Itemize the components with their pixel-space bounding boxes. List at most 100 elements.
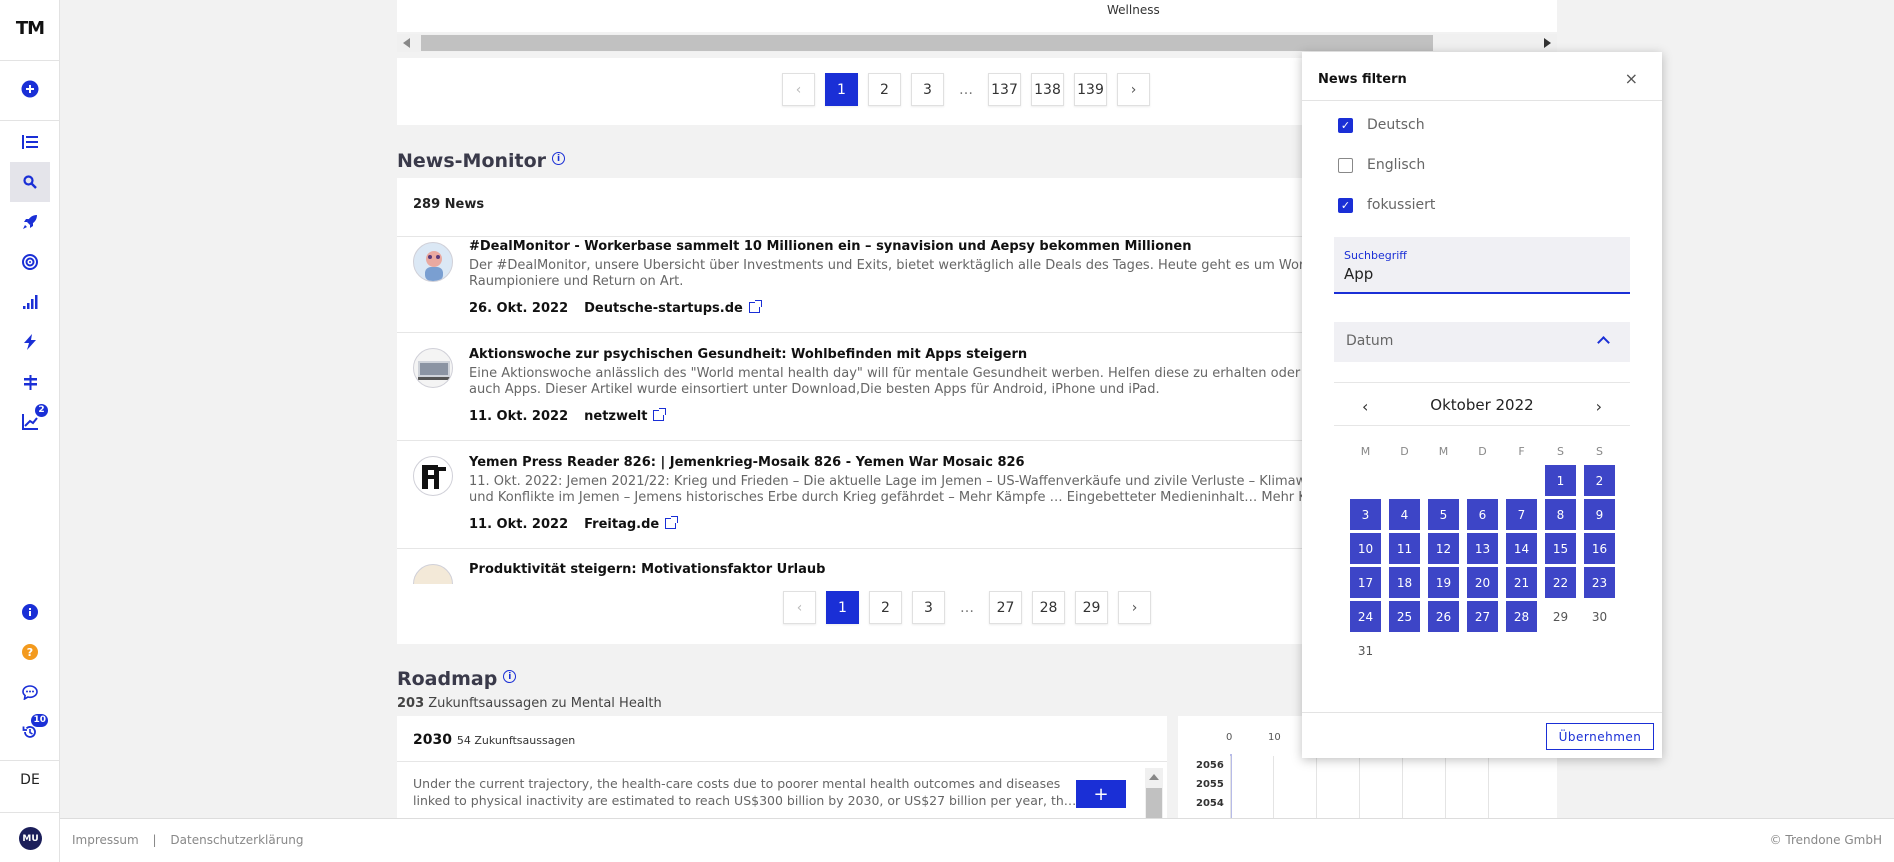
calendar-day-selected[interactable]: 27 bbox=[1467, 601, 1498, 632]
privacy-link[interactable]: Datenschutzerklärung bbox=[170, 833, 303, 847]
scroll-left-icon[interactable] bbox=[403, 38, 410, 48]
search-value[interactable]: App bbox=[1344, 265, 1373, 283]
sidebar-item-flash[interactable] bbox=[10, 322, 50, 362]
external-link-icon[interactable] bbox=[665, 516, 679, 529]
chevron-right-icon[interactable]: › bbox=[1596, 397, 1602, 416]
prev-page-button[interactable]: ‹ bbox=[782, 73, 815, 106]
page-button[interactable]: 27 bbox=[989, 591, 1022, 624]
info-icon[interactable]: i bbox=[503, 670, 517, 683]
calendar-day-selected[interactable]: 23 bbox=[1584, 567, 1615, 598]
calendar-day[interactable]: 29 bbox=[1545, 601, 1576, 632]
page-button[interactable]: 29 bbox=[1075, 591, 1108, 624]
horizontal-scrollbar[interactable] bbox=[397, 34, 1557, 52]
close-icon[interactable]: × bbox=[1625, 69, 1638, 88]
sidebar-item-list[interactable] bbox=[10, 122, 50, 162]
sidebar-item-launch[interactable] bbox=[10, 202, 50, 242]
external-link-icon[interactable] bbox=[748, 300, 762, 313]
news-source-link[interactable]: Deutsche-startups.de bbox=[584, 301, 743, 316]
chat-button[interactable] bbox=[10, 672, 50, 712]
vertical-scrollbar[interactable] bbox=[1145, 768, 1163, 818]
calendar-day-selected[interactable]: 20 bbox=[1467, 567, 1498, 598]
external-link-icon[interactable] bbox=[653, 408, 667, 421]
scroll-up-icon[interactable] bbox=[1149, 774, 1159, 780]
app-logo[interactable]: TM bbox=[0, 18, 60, 39]
page-button[interactable]: 1 bbox=[825, 73, 858, 106]
news-source-link[interactable]: netzwelt bbox=[584, 409, 647, 424]
calendar-weekday: S bbox=[1596, 445, 1603, 458]
scrollbar-thumb[interactable] bbox=[421, 35, 1433, 51]
avatar[interactable]: MU bbox=[19, 827, 42, 850]
sidebar-item-roadmap[interactable] bbox=[10, 362, 50, 402]
sidebar-item-target[interactable] bbox=[10, 242, 50, 282]
calendar-day-selected[interactable]: 12 bbox=[1428, 533, 1459, 564]
calendar-day-selected[interactable]: 15 bbox=[1545, 533, 1576, 564]
calendar-day-selected[interactable]: 26 bbox=[1428, 601, 1459, 632]
calendar-day-selected[interactable]: 25 bbox=[1389, 601, 1420, 632]
history-button[interactable]: 10 bbox=[10, 712, 50, 752]
language-switcher[interactable]: DE bbox=[0, 772, 60, 788]
calendar-day-selected[interactable]: 14 bbox=[1506, 533, 1537, 564]
help-button[interactable]: ? bbox=[10, 632, 50, 672]
checkbox-checked-icon[interactable]: ✓ bbox=[1338, 197, 1353, 213]
next-page-button[interactable]: › bbox=[1117, 73, 1150, 106]
page-button[interactable]: 137 bbox=[988, 73, 1021, 106]
checkbox-englisch[interactable]: Englisch bbox=[1338, 157, 1425, 173]
calendar-day[interactable]: 31 bbox=[1350, 635, 1381, 666]
page-button[interactable]: 2 bbox=[868, 73, 901, 106]
prev-page-button[interactable]: ‹ bbox=[783, 591, 816, 624]
calendar-day-selected[interactable]: 22 bbox=[1545, 567, 1576, 598]
next-page-button[interactable]: › bbox=[1118, 591, 1151, 624]
calendar-day-selected[interactable]: 11 bbox=[1389, 533, 1420, 564]
calendar-day-selected[interactable]: 16 bbox=[1584, 533, 1615, 564]
news-title[interactable]: Yemen Press Reader 826: | Jemenkrieg-Mos… bbox=[469, 455, 1025, 470]
page-button[interactable]: 2 bbox=[869, 591, 902, 624]
calendar-day-selected[interactable]: 4 bbox=[1389, 499, 1420, 530]
page-button[interactable]: 28 bbox=[1032, 591, 1065, 624]
date-accordion[interactable]: Datum bbox=[1334, 322, 1630, 362]
page-button[interactable]: 139 bbox=[1074, 73, 1107, 106]
calendar-day[interactable]: 30 bbox=[1584, 601, 1615, 632]
apply-button[interactable]: Übernehmen bbox=[1546, 723, 1654, 750]
calendar-day-selected[interactable]: 3 bbox=[1350, 499, 1381, 530]
checkbox-checked-icon[interactable]: ✓ bbox=[1338, 117, 1353, 133]
chevron-up-icon[interactable] bbox=[1597, 336, 1610, 349]
calendar-day-selected[interactable]: 1 bbox=[1545, 465, 1576, 496]
checkbox-fokussiert[interactable]: ✓ fokussiert bbox=[1338, 197, 1435, 213]
sidebar-item-search[interactable] bbox=[10, 162, 50, 202]
calendar-day-selected[interactable]: 9 bbox=[1584, 499, 1615, 530]
page-button[interactable]: 3 bbox=[911, 73, 944, 106]
calendar-day-selected[interactable]: 19 bbox=[1428, 567, 1459, 598]
calendar-day-selected[interactable]: 8 bbox=[1545, 499, 1576, 530]
info-button[interactable] bbox=[10, 592, 50, 632]
calendar-day-selected[interactable]: 13 bbox=[1467, 533, 1498, 564]
news-title[interactable]: Aktionswoche zur psychischen Gesundheit:… bbox=[469, 347, 1027, 362]
add-statement-button[interactable]: + bbox=[1076, 780, 1126, 808]
calendar-day-selected[interactable]: 5 bbox=[1428, 499, 1459, 530]
roadmap-statement[interactable]: Under the current trajectory, the health… bbox=[413, 775, 1076, 809]
checkbox-unchecked-icon[interactable] bbox=[1338, 157, 1353, 173]
page-button[interactable]: 138 bbox=[1031, 73, 1064, 106]
news-source-link[interactable]: Freitag.de bbox=[584, 517, 659, 532]
calendar-day-selected[interactable]: 2 bbox=[1584, 465, 1615, 496]
add-button[interactable] bbox=[10, 69, 50, 109]
impressum-link[interactable]: Impressum bbox=[72, 833, 139, 847]
scrollbar-thumb[interactable] bbox=[1146, 788, 1162, 818]
calendar-day-selected[interactable]: 7 bbox=[1506, 499, 1537, 530]
calendar-day-selected[interactable]: 17 bbox=[1350, 567, 1381, 598]
info-icon[interactable]: i bbox=[552, 152, 566, 165]
calendar-day-selected[interactable]: 6 bbox=[1467, 499, 1498, 530]
news-title[interactable]: #DealMonitor - Workerbase sammelt 10 Mil… bbox=[469, 239, 1191, 254]
page-button[interactable]: 3 bbox=[912, 591, 945, 624]
search-input[interactable]: Suchbegriff App bbox=[1334, 237, 1630, 294]
calendar-day-selected[interactable]: 18 bbox=[1389, 567, 1420, 598]
sidebar-item-stats[interactable] bbox=[10, 282, 50, 322]
news-title[interactable]: Produktivität steigern: Motivationsfakto… bbox=[469, 562, 825, 577]
sidebar-item-compare[interactable]: 2 bbox=[10, 402, 50, 442]
checkbox-deutsch[interactable]: ✓ Deutsch bbox=[1338, 117, 1425, 133]
calendar-day-selected[interactable]: 10 bbox=[1350, 533, 1381, 564]
scroll-right-icon[interactable] bbox=[1544, 38, 1551, 48]
calendar-day-selected[interactable]: 21 bbox=[1506, 567, 1537, 598]
calendar-day-selected[interactable]: 28 bbox=[1506, 601, 1537, 632]
calendar-day-selected[interactable]: 24 bbox=[1350, 601, 1381, 632]
page-button[interactable]: 1 bbox=[826, 591, 859, 624]
